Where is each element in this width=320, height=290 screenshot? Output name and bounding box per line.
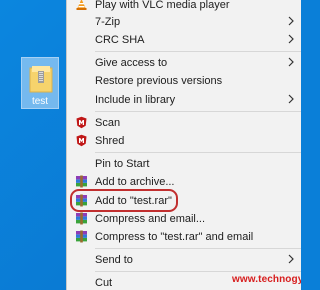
menu-separator <box>95 51 301 52</box>
menu-item-label: CRC SHA <box>95 34 145 46</box>
zip-folder-icon <box>29 66 53 93</box>
menu-separator <box>95 248 301 249</box>
chevron-right-icon <box>288 254 294 264</box>
menu-item-7zip[interactable]: 7-Zip <box>67 13 301 31</box>
chevron-right-icon <box>288 34 294 44</box>
menu-item-scan[interactable]: Scan <box>67 114 301 132</box>
watermark-text: www.technogyan.in <box>232 274 301 285</box>
vlc-icon <box>76 0 87 10</box>
menu-item-compress-to-test-rar-email[interactable]: Compress to "test.rar" and email <box>67 228 301 246</box>
menu-item-label: Compress to "test.rar" and email <box>95 231 254 243</box>
menu-item-label: Play with VLC media player <box>95 0 230 11</box>
winrar-icon <box>76 175 87 188</box>
chevron-right-icon <box>288 57 294 67</box>
menu-separator <box>95 152 301 153</box>
menu-item-pin-start[interactable]: Pin to Start <box>67 155 301 173</box>
menu-separator <box>95 271 301 272</box>
mcafee-icon <box>76 116 87 129</box>
context-menu: Play with VLC media player 7-Zip CRC SHA… <box>66 0 301 290</box>
menu-item-restore-previous-versions[interactable]: Restore previous versions <box>67 72 301 90</box>
menu-item-label: Restore previous versions <box>95 75 223 87</box>
menu-item-add-to-test-rar[interactable]: Add to "test.rar" <box>67 192 301 210</box>
chevron-right-icon <box>288 94 294 104</box>
menu-item-label: Cut <box>95 277 113 289</box>
winrar-icon <box>76 230 87 243</box>
mcafee-icon <box>76 134 87 147</box>
menu-item-give-access[interactable]: Give access to <box>67 54 301 72</box>
folder-label: test <box>31 96 49 107</box>
menu-item-compress-email[interactable]: Compress and email... <box>67 210 301 228</box>
menu-item-send-to[interactable]: Send to <box>67 251 301 269</box>
menu-item-label: Scan <box>95 117 121 129</box>
menu-item-label: Give access to <box>95 57 168 69</box>
menu-item-label: Send to <box>95 254 133 266</box>
menu-item-label: 7-Zip <box>95 16 121 28</box>
menu-item-play-vlc[interactable]: Play with VLC media player <box>67 0 301 14</box>
winrar-icon <box>76 194 87 207</box>
menu-item-crc-sha[interactable]: CRC SHA <box>67 31 301 49</box>
winrar-icon <box>76 212 87 225</box>
desktop-folder-test[interactable]: test <box>21 57 59 109</box>
menu-item-add-to-archive[interactable]: Add to archive... <box>67 173 301 191</box>
menu-item-label: Compress and email... <box>95 213 206 225</box>
menu-item-label: Add to "test.rar" <box>95 195 172 207</box>
menu-item-label: Shred <box>95 135 125 147</box>
menu-item-label: Add to archive... <box>95 176 175 188</box>
menu-item-shred[interactable]: Shred <box>67 132 301 150</box>
menu-item-label: Include in library <box>95 94 176 106</box>
menu-item-label: Pin to Start <box>95 158 150 170</box>
chevron-right-icon <box>288 16 294 26</box>
menu-separator <box>95 111 301 112</box>
menu-item-include-library[interactable]: Include in library <box>67 91 301 109</box>
